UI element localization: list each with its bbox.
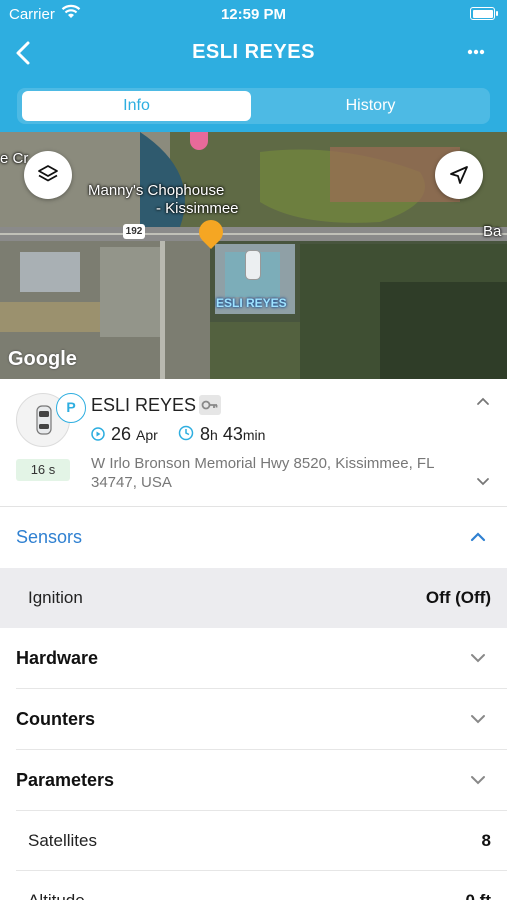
chevron-down-icon[interactable] <box>475 476 491 488</box>
locate-button[interactable] <box>435 151 483 199</box>
chevron-up-icon[interactable] <box>475 395 491 407</box>
sensor-label: Ignition <box>28 588 83 607</box>
parked-duration: 8h 43min <box>178 424 265 445</box>
duration-minutes: 43 <box>222 424 243 444</box>
unit-name: ESLI REYES <box>91 395 197 415</box>
clock-time: 12:59 PM <box>220 6 287 23</box>
clock-icon <box>178 425 194 441</box>
app-header: Carrier 12:59 PM ESLI REYES Info History <box>0 0 507 132</box>
section-sensors[interactable]: Sensors <box>0 507 507 568</box>
key-icon <box>199 395 221 415</box>
battery-icon <box>470 7 498 20</box>
map-label-edge-left: e Cr <box>0 150 29 167</box>
parameter-label: Satellites <box>28 831 97 850</box>
section-hardware[interactable]: Hardware <box>0 628 507 689</box>
layers-button[interactable] <box>24 151 72 199</box>
section-sensors-label: Sensors <box>16 527 83 547</box>
chevron-up-icon <box>470 532 486 542</box>
layers-icon <box>38 165 58 182</box>
chevron-down-icon <box>471 715 485 724</box>
parked-status-badge: P <box>56 393 86 423</box>
duration-minutes-unit: min <box>242 427 266 443</box>
more-icon <box>467 49 485 55</box>
last-update-age: 16 s <box>16 459 70 481</box>
duration-hours: 8 <box>200 424 211 444</box>
unit-address: W Irlo Bronson Memorial Hwy 8520, Kissim… <box>91 455 434 491</box>
tab-history[interactable]: History <box>256 91 485 121</box>
section-hardware-label: Hardware <box>16 648 99 668</box>
map-unit-label: ESLI REYES <box>216 296 287 310</box>
status-bar: Carrier 12:59 PM <box>0 0 507 28</box>
tab-info[interactable]: Info <box>22 91 251 121</box>
last-message-date: 26 Apr <box>91 424 158 445</box>
map-label-chophouse-2: - Kissimmee <box>156 200 239 217</box>
parameter-row-altitude[interactable]: Altitude 0 ft <box>0 871 507 900</box>
section-parameters[interactable]: Parameters <box>0 750 507 811</box>
date-day: 26 <box>111 424 132 444</box>
date-month: Apr <box>136 427 158 443</box>
place-pin-icon <box>190 132 208 150</box>
sensor-value: Off (Off) <box>425 588 491 607</box>
map-view[interactable]: e Cr Manny's Chophouse - Kissimmee Ba 19… <box>0 132 507 379</box>
parameter-row-satellites[interactable]: Satellites 8 <box>0 811 507 871</box>
chevron-down-icon <box>471 654 485 663</box>
more-button[interactable] <box>461 40 491 64</box>
section-counters-label: Counters <box>16 709 96 729</box>
play-circle-icon <box>91 427 105 441</box>
section-counters[interactable]: Counters <box>0 689 507 750</box>
section-parameters-label: Parameters <box>16 770 115 790</box>
route-shield: 192 <box>123 224 145 239</box>
map-label-edge-right: Ba <box>483 223 502 240</box>
chevron-down-icon <box>471 776 485 785</box>
sensor-row-ignition[interactable]: Ignition Off (Off) <box>0 568 507 628</box>
nav-bar: ESLI REYES <box>0 30 507 76</box>
vehicle-marker-icon <box>245 250 261 280</box>
duration-hours-unit: h <box>210 427 218 443</box>
page-title: ESLI REYES <box>192 41 315 63</box>
segmented-control: Info History <box>17 88 490 124</box>
unit-info-card[interactable]: P 16 s ESLI REYES 26 Apr 8h 43min W Irlo… <box>0 379 507 507</box>
parameter-label: Altitude <box>28 891 85 900</box>
location-arrow-icon <box>450 166 468 184</box>
parameter-value: 0 ft <box>466 891 492 900</box>
google-logo: Google <box>8 348 77 370</box>
parameter-value: 8 <box>481 831 491 850</box>
map-label-chophouse: Manny's Chophouse <box>88 182 225 199</box>
